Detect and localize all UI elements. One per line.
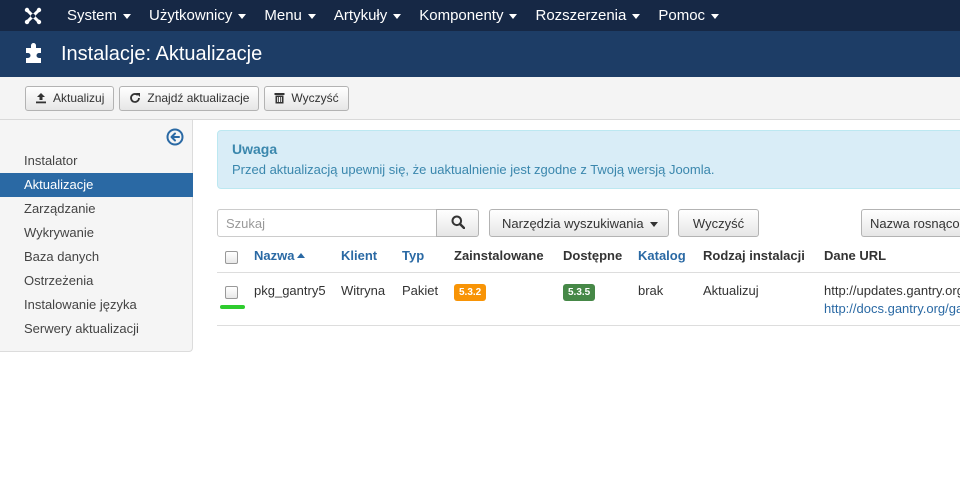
clear-cache-button-label: Wyczyść: [291, 91, 339, 105]
sidebar-nav: Instalator Aktualizacje Zarządzanie Wykr…: [0, 149, 193, 341]
column-header-name[interactable]: Nazwa: [254, 248, 306, 263]
column-header-label: Nazwa: [254, 248, 295, 263]
column-header-available: Dostępne: [563, 248, 623, 263]
nav-menu-label: Użytkownicy: [149, 7, 233, 24]
caret-down-icon: [711, 14, 720, 19]
nav-menu-label: Menu: [264, 7, 302, 24]
column-header-install-type: Rodzaj instalacji: [703, 248, 805, 263]
caret-down-icon: [123, 14, 132, 19]
sort-order-select[interactable]: Nazwa rosnąco: [861, 209, 960, 237]
toolbar: Aktualizuj Znajdź aktualizacje Wyczyść: [0, 77, 960, 120]
nav-menu-label: Artykuły: [333, 7, 388, 24]
sidebar: Instalator Aktualizacje Zarządzanie Wykr…: [0, 120, 193, 352]
alert-message: Przed aktualizacją upewnij się, że uaktu…: [232, 162, 715, 177]
nav-menu-label: Pomoc: [658, 7, 706, 24]
installed-version-badge: 5.3.2: [454, 284, 487, 301]
cell-install-type: Aktualizuj: [703, 283, 759, 298]
caret-down-icon: [307, 14, 316, 19]
nav-menu-users[interactable]: Użytkownicy: [140, 0, 255, 31]
cell-type: Pakiet: [402, 283, 439, 298]
nav-menu-extensions[interactable]: Rozszerzenia: [526, 0, 649, 31]
sidebar-item-manage[interactable]: Zarządzanie: [0, 197, 193, 221]
column-header-type[interactable]: Typ: [402, 248, 424, 263]
page-title: Instalacje: Aktualizacje: [61, 42, 263, 65]
sidebar-item-languages[interactable]: Instalowanie języka: [0, 293, 193, 317]
table-row: pkg_gantry5 Witryna Pakiet 5.3.2 5.3.5 b…: [217, 273, 960, 326]
nav-menu-system[interactable]: System: [58, 0, 140, 31]
caret-down-icon: [509, 14, 518, 19]
nav-menu-articles[interactable]: Artykuły: [325, 0, 410, 31]
search-input[interactable]: [217, 209, 437, 237]
sidebar-item-install[interactable]: Instalator: [0, 149, 193, 173]
cell-name: pkg_gantry5: [254, 283, 326, 298]
arrow-left-circle-icon[interactable]: [166, 128, 184, 146]
sidebar-item-update-sites[interactable]: Serwery aktualizacji: [0, 317, 193, 341]
column-header-url: Dane URL: [824, 248, 887, 263]
alert-heading: Uwaga: [232, 141, 278, 157]
column-header-folder[interactable]: Katalog: [638, 248, 686, 263]
cell-client: Witryna: [341, 283, 386, 298]
clear-filters-label: Wyczyść: [692, 215, 745, 231]
cell-available: 5.3.5: [563, 283, 596, 301]
available-version-badge: 5.3.5: [563, 284, 596, 301]
top-navbar: System Użytkownicy Menu Artykuły Kompone…: [0, 0, 960, 31]
find-updates-button[interactable]: Znajdź aktualizacje: [119, 85, 260, 111]
sidebar-item-discover[interactable]: Wykrywanie: [0, 221, 193, 245]
find-updates-button-label: Znajdź aktualizacje: [147, 91, 250, 105]
info-url-link[interactable]: http://docs.gantry.org/gantry5: [824, 301, 960, 316]
column-header-client[interactable]: Klient: [341, 248, 377, 263]
update-button[interactable]: Aktualizuj: [25, 85, 115, 111]
caret-down-icon: [649, 221, 658, 227]
sidebar-item-update[interactable]: Aktualizacje: [0, 173, 193, 197]
update-url: http://updates.gantry.org/5.0/joomla/pkg…: [824, 283, 960, 298]
sidebar-item-warnings[interactable]: Ostrzeżenia: [0, 269, 193, 293]
search-icon: [451, 215, 465, 232]
clear-filters-button[interactable]: Wyczyść: [678, 209, 759, 237]
nav-menu-label: Rozszerzenia: [535, 7, 627, 24]
joomla-logo-icon[interactable]: [13, 0, 53, 31]
nav-menu-help[interactable]: Pomoc: [649, 0, 728, 31]
refresh-icon: [129, 92, 141, 104]
select-all-checkbox[interactable]: [225, 251, 238, 264]
sort-asc-icon: [297, 253, 306, 259]
info-alert: Uwaga Przed aktualizacją upewnij się, że…: [217, 130, 960, 189]
search-tools-button[interactable]: Narzędzia wyszukiwania: [489, 209, 669, 237]
highlight-mark: [220, 305, 245, 309]
row-checkbox[interactable]: [225, 286, 238, 299]
page-header: Instalacje: Aktualizacje: [0, 31, 960, 77]
caret-down-icon: [238, 14, 247, 19]
cell-url: http://updates.gantry.org/5.0/joomla/pkg…: [824, 283, 960, 316]
caret-down-icon: [393, 14, 402, 19]
search-button[interactable]: [436, 209, 479, 237]
cell-folder: brak: [638, 283, 664, 298]
nav-menu-components[interactable]: Komponenty: [410, 0, 526, 31]
cell-installed: 5.3.2: [454, 283, 487, 301]
column-header-installed: Zainstalowane: [454, 248, 544, 263]
nav-menu-menu[interactable]: Menu: [255, 0, 325, 31]
search-tools-label: Narzędzia wyszukiwania: [502, 215, 644, 231]
upload-icon: [35, 92, 47, 104]
table-header: Nazwa Klient Typ Zainstalowane Dostępne …: [217, 239, 960, 273]
update-button-label: Aktualizuj: [53, 91, 105, 105]
sort-order-label: Nazwa rosnąco: [870, 215, 960, 231]
nav-menu-label: Komponenty: [419, 7, 504, 24]
caret-down-icon: [632, 14, 641, 19]
sidebar-item-database[interactable]: Baza danych: [0, 245, 193, 269]
puzzle-piece-icon: [23, 42, 47, 66]
nav-menu-label: System: [67, 7, 118, 24]
clear-cache-button[interactable]: Wyczyść: [264, 85, 349, 111]
trash-icon: [274, 92, 285, 104]
